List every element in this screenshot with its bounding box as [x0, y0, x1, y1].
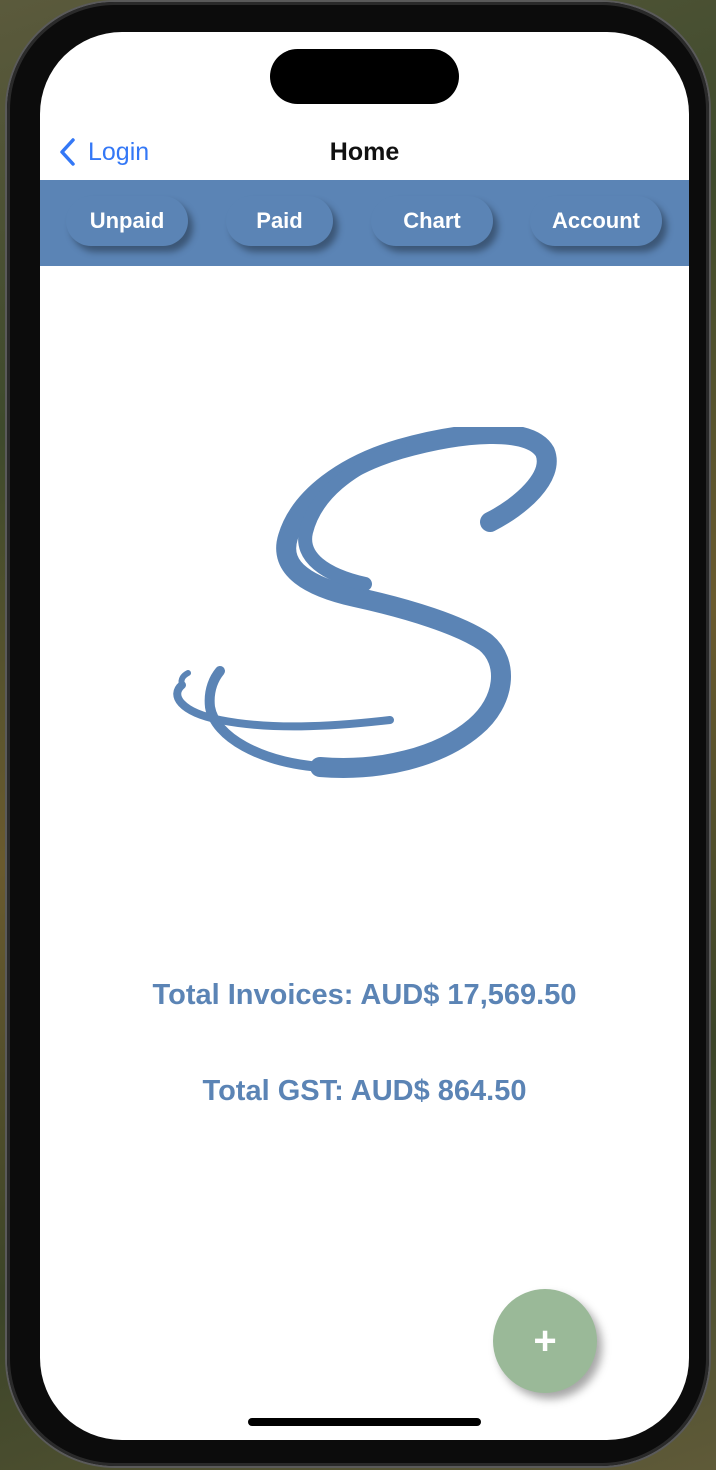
app-screen: Login Home Unpaid Paid Chart Account S T… — [40, 32, 689, 1440]
tab-paid[interactable]: Paid — [226, 196, 333, 246]
plus-icon: + — [533, 1318, 557, 1363]
tab-account[interactable]: Account — [530, 196, 662, 246]
dynamic-island — [270, 49, 459, 104]
home-indicator[interactable] — [248, 1418, 481, 1426]
page-title: Home — [329, 138, 400, 166]
tab-chart[interactable]: Chart — [371, 196, 493, 246]
total-gst: Total GST: AUD$ 864.50 — [202, 1075, 527, 1107]
tab-unpaid[interactable]: Unpaid — [66, 196, 188, 246]
navigation-bar: Login Home — [40, 122, 689, 180]
tab-bar: Unpaid Paid Chart Account — [40, 180, 689, 266]
brand-logo: S — [160, 423, 560, 787]
total-invoices: Total Invoices: AUD$ 17,569.50 — [152, 979, 577, 1011]
logo-letter: S — [160, 427, 161, 428]
device-frame: Login Home Unpaid Paid Chart Account S T… — [7, 2, 709, 1466]
add-invoice-button[interactable]: + — [493, 1289, 597, 1393]
